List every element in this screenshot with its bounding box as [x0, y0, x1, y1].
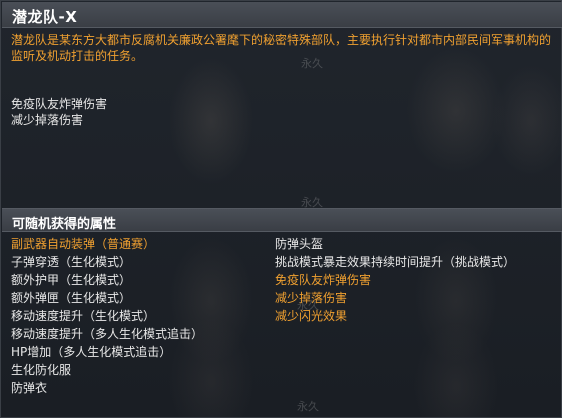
attribute-item: 副武器自动装弹（普通赛） — [11, 237, 156, 251]
attribute-item: 减少闪光效果 — [275, 309, 348, 323]
attribute-item: 免疫队友炸弹伤害 — [275, 273, 372, 287]
watermark-text: 永久 — [297, 400, 319, 413]
character-effects: 免疫队友炸弹伤害 减少掉落伤害 — [11, 96, 107, 128]
watermark-text: 永久 — [301, 57, 323, 70]
attribute-item: 移动速度提升（生化模式） — [11, 309, 156, 323]
random-attributes-header: 可随机获得的属性 — [2, 208, 562, 232]
attribute-item: 额外弹匣（生化模式） — [11, 291, 132, 305]
section-title: 可随机获得的属性 — [12, 217, 117, 232]
attribute-list-left: 副武器自动装弹（普通赛） 子弹穿透（生化模式） 额外护甲（生化模式） 额外弹匣（… — [11, 235, 203, 397]
attribute-list-right: 防弹头盔 挑战模式暴走效果持续时间提升（挑战模式） 免疫队友炸弹伤害 减少掉落伤… — [275, 235, 515, 325]
attribute-item: 减少掉落伤害 — [275, 291, 348, 305]
character-description: 潜龙队是某东方大都市反腐机关廉政公署麾下的秘密特殊部队，主要执行针对都市内部民间… — [11, 33, 552, 63]
attribute-item: 防弹衣 — [11, 381, 48, 395]
attribute-item: 子弹穿透（生化模式） — [11, 255, 132, 269]
character-info-panel: 潜龙队-X 潜龙队是某东方大都市反腐机关廉政公署麾下的秘密特殊部队，主要执行针对… — [0, 0, 562, 418]
title-bar: 潜龙队-X — [2, 2, 562, 28]
attribute-item: 挑战模式暴走效果持续时间提升（挑战模式） — [275, 255, 516, 269]
attribute-item: HP增加（多人生化模式追击） — [11, 345, 172, 359]
attribute-item: 生化防化服 — [11, 363, 72, 377]
character-title: 潜龙队-X — [12, 8, 78, 26]
attribute-item: 额外护甲（生化模式） — [11, 273, 132, 287]
effect-item: 免疫队友炸弹伤害 — [11, 97, 108, 111]
attribute-item: 移动速度提升（多人生化模式追击） — [11, 327, 204, 341]
attribute-item: 防弹头盔 — [275, 237, 324, 251]
effect-item: 减少掉落伤害 — [11, 113, 84, 127]
